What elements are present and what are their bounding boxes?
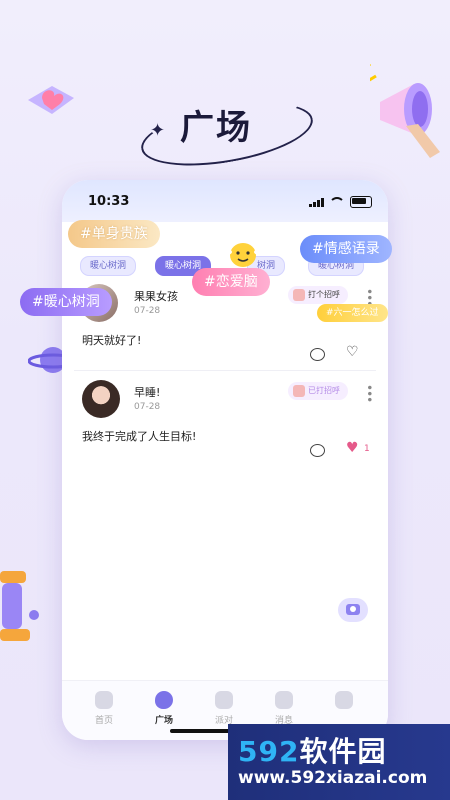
hashtag-bubble[interactable]: #单身贵族	[68, 220, 160, 248]
like-heart-icon[interactable]: ♡	[346, 345, 359, 359]
wave-hand-icon	[293, 289, 305, 301]
status-bar: 10:33	[62, 180, 388, 222]
like-heart-filled-icon[interactable]: ♥	[346, 441, 359, 455]
post-content: 明天就好了!	[82, 334, 142, 347]
more-options-icon[interactable]: •••	[362, 384, 376, 402]
square-icon	[155, 691, 173, 709]
hashtag-bubble[interactable]: #情感语录	[300, 235, 392, 263]
watermark-text: 软件园	[299, 735, 387, 768]
say-hi-button[interactable]: 打个招呼	[288, 286, 348, 304]
tab-profile[interactable]	[318, 691, 370, 713]
post-divider	[74, 370, 376, 371]
site-watermark: 592软件园 www.592xiazai.com	[228, 724, 450, 800]
status-icons	[309, 196, 372, 208]
profile-icon	[335, 691, 353, 709]
watermark-brand: 592软件园	[238, 730, 386, 770]
post-author-name[interactable]: 果果女孩	[134, 288, 178, 304]
post-date: 07-28	[134, 402, 161, 412]
like-count: 1	[364, 444, 370, 454]
avatar[interactable]	[82, 380, 120, 418]
status-time: 10:33	[88, 194, 130, 209]
sun-mascot-icon	[222, 243, 264, 267]
page-title: 广场	[180, 108, 252, 148]
hourglass-decoration	[0, 571, 39, 641]
watermark-url: www.592xiazai.com	[238, 768, 428, 788]
page-heading: ✦ 广场	[136, 91, 318, 177]
tab-square[interactable]: 广场	[138, 691, 190, 726]
tab-home[interactable]: 首页	[78, 691, 130, 726]
megaphone-icon	[370, 64, 440, 158]
wave-hand-icon	[293, 385, 305, 397]
battery-icon	[350, 196, 372, 208]
post-date: 07-28	[134, 306, 161, 316]
watermark-number: 592	[238, 735, 300, 768]
tab-party[interactable]: 派对	[198, 691, 250, 726]
greeted-label: 已打招呼	[308, 386, 340, 395]
tab-label: 广场	[154, 716, 173, 726]
comment-icon[interactable]	[310, 348, 325, 361]
wifi-icon	[329, 196, 345, 208]
hashtag-bubble[interactable]: #恋爱脑	[192, 268, 270, 296]
say-hi-label: 打个招呼	[308, 290, 340, 299]
camera-post-button[interactable]	[338, 598, 368, 622]
filter-tag[interactable]: 暖心树洞	[80, 256, 137, 276]
home-icon	[95, 691, 113, 709]
tab-label: 首页	[94, 716, 113, 726]
post-author-name[interactable]: 早睡!	[134, 384, 160, 400]
party-icon	[215, 691, 233, 709]
sparkle-icon: ✦	[150, 120, 166, 141]
signal-icon	[309, 197, 324, 207]
message-icon	[275, 691, 293, 709]
hashtag-bubble[interactable]: #六一怎么过	[317, 304, 388, 322]
comment-icon[interactable]	[310, 444, 325, 457]
post-content: 我终于完成了人生目标!	[82, 430, 197, 443]
hashtag-bubble[interactable]: #暖心树洞	[20, 288, 112, 316]
greeted-button[interactable]: 已打招呼	[288, 382, 348, 400]
tab-messages[interactable]: 消息	[258, 691, 310, 726]
heart-cushion-decoration	[28, 86, 74, 114]
